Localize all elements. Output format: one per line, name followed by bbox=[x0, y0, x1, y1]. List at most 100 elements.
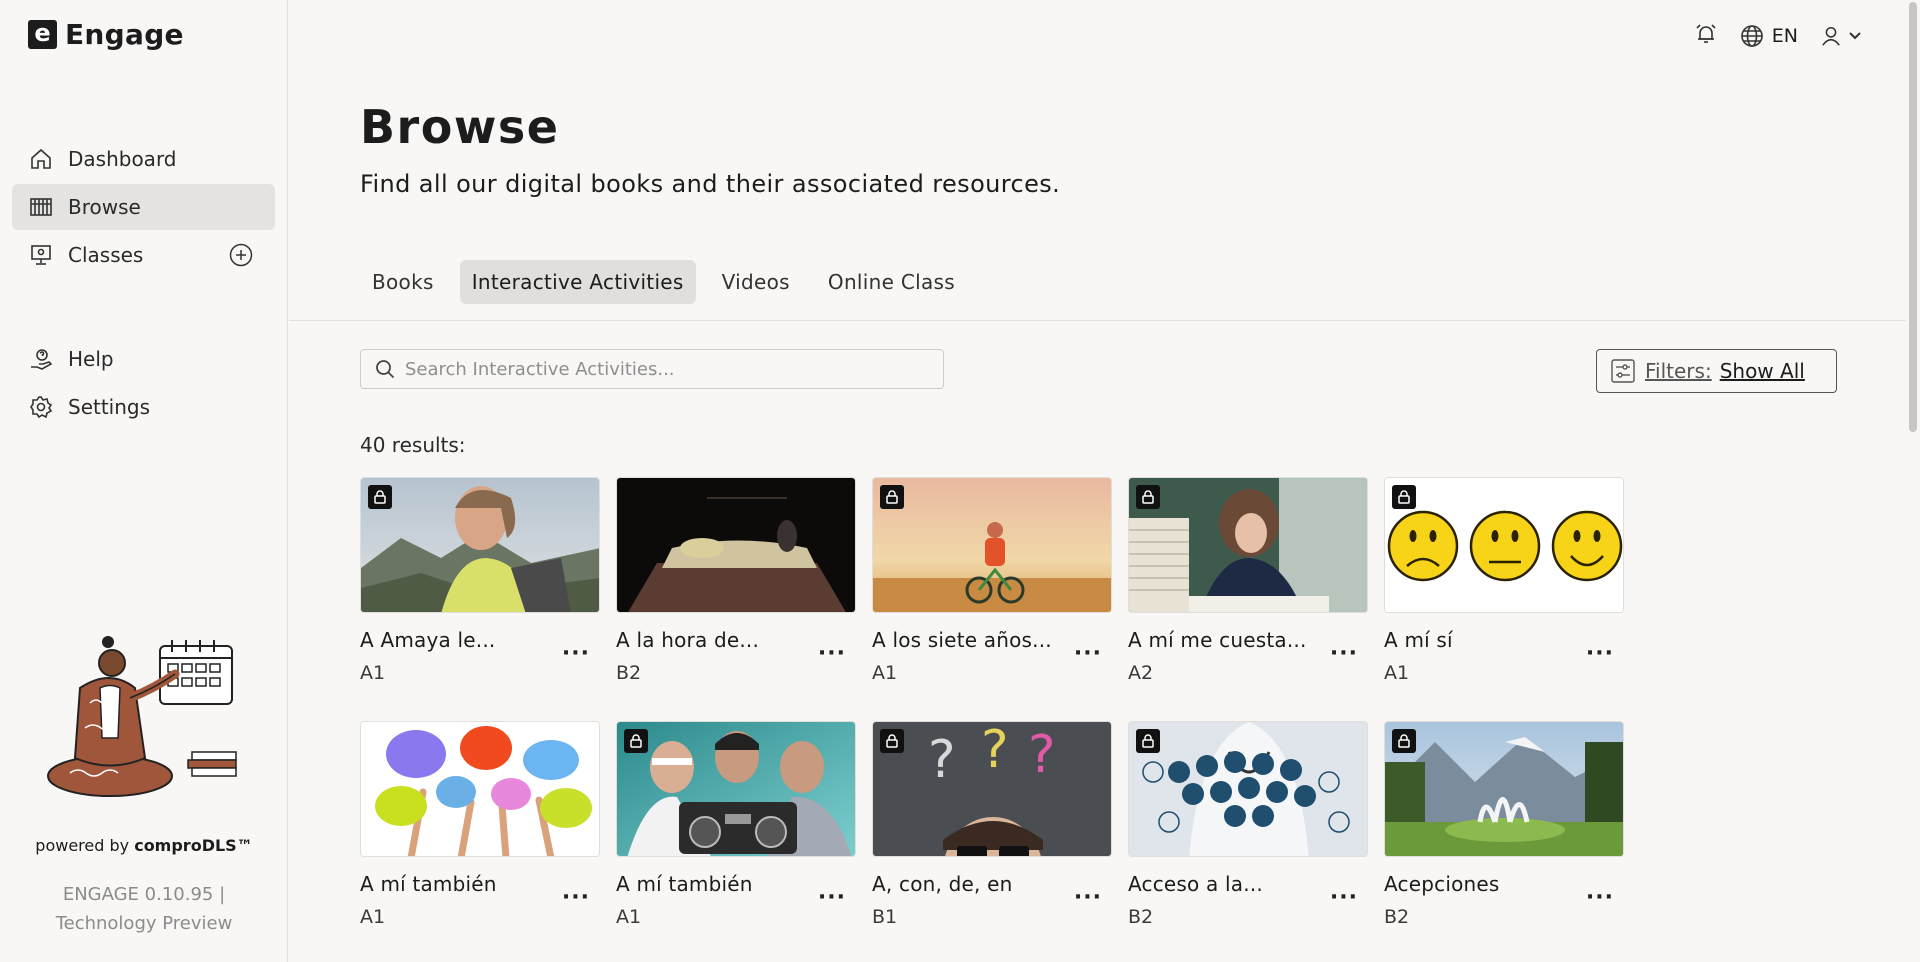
scrollbar[interactable] bbox=[1906, 0, 1920, 962]
logo-mark: e bbox=[28, 20, 57, 49]
sidebar-item-help[interactable]: Help bbox=[12, 336, 275, 382]
results-grid: A Amaya le... A1 ··· A la hora de... B2 … bbox=[360, 477, 1624, 939]
results-count: 40 results: bbox=[360, 433, 466, 457]
sidebar: e Engage Dashboard Browse Classes Help S… bbox=[0, 0, 288, 962]
activity-title[interactable]: A mí también bbox=[360, 872, 497, 896]
activity-level: B2 bbox=[1384, 906, 1410, 928]
tab-videos[interactable]: Videos bbox=[710, 260, 802, 304]
sidebar-item-label: Settings bbox=[68, 395, 151, 419]
activity-title[interactable]: A mí también bbox=[616, 872, 753, 896]
svg-text:?: ? bbox=[1028, 725, 1056, 785]
lock-icon bbox=[880, 729, 904, 753]
tab-online-class[interactable]: Online Class bbox=[816, 260, 967, 304]
more-options-icon[interactable]: ··· bbox=[562, 643, 590, 665]
activity-title[interactable]: Acceso a la... bbox=[1128, 872, 1263, 896]
activity-title[interactable]: A mí me cuesta... bbox=[1128, 628, 1307, 652]
user-icon bbox=[1822, 26, 1840, 46]
activity-thumbnail[interactable] bbox=[360, 721, 600, 857]
sidebar-item-label: Help bbox=[68, 347, 114, 371]
activity-level: A2 bbox=[1128, 662, 1154, 684]
scrollbar-thumb[interactable] bbox=[1909, 2, 1917, 432]
activity-thumbnail[interactable] bbox=[360, 477, 600, 613]
library-icon bbox=[28, 194, 54, 220]
activity-card[interactable]: A mí me cuesta... A2 ··· bbox=[1128, 477, 1368, 695]
activity-card[interactable]: A mí también A1 ··· bbox=[616, 721, 856, 939]
version-tag: Technology Preview bbox=[55, 913, 233, 934]
activity-title[interactable]: A los siete años... bbox=[872, 628, 1052, 652]
globe-icon bbox=[1740, 25, 1763, 47]
filters-value[interactable]: Show All bbox=[1720, 359, 1805, 383]
top-bar: EN bbox=[1694, 22, 1862, 50]
activity-card[interactable]: A la hora de... B2 ··· bbox=[616, 477, 856, 695]
sidebar-item-classes[interactable]: Classes bbox=[12, 232, 275, 278]
tab-books[interactable]: Books bbox=[360, 260, 446, 304]
alarm-icon[interactable] bbox=[1694, 22, 1718, 50]
sidebar-item-label: Classes bbox=[68, 243, 144, 267]
activity-thumbnail[interactable] bbox=[616, 477, 856, 613]
activity-thumbnail[interactable]: ? ? ? bbox=[872, 721, 1112, 857]
sidebar-item-browse[interactable]: Browse bbox=[12, 184, 275, 230]
user-menu[interactable] bbox=[1820, 25, 1862, 47]
activity-card[interactable]: Acceso a la... B2 ··· bbox=[1128, 721, 1368, 939]
activity-level: A1 bbox=[1384, 662, 1410, 684]
home-icon bbox=[28, 146, 54, 172]
activity-card[interactable]: ? ? ? A, con, de, en B1 ··· bbox=[872, 721, 1112, 939]
more-options-icon[interactable]: ··· bbox=[1330, 887, 1358, 909]
search-icon bbox=[376, 360, 395, 379]
lock-icon bbox=[1136, 729, 1160, 753]
lock-icon bbox=[880, 485, 904, 509]
filter-sliders-icon bbox=[1611, 359, 1635, 383]
search-box bbox=[360, 349, 944, 389]
activity-thumbnail[interactable] bbox=[1384, 721, 1624, 857]
sidebar-item-settings[interactable]: Settings bbox=[12, 384, 275, 430]
filters-button[interactable]: Filters: Show All bbox=[1596, 349, 1837, 393]
activity-title[interactable]: A, con, de, en bbox=[872, 872, 1013, 896]
tab-interactive-activities[interactable]: Interactive Activities bbox=[459, 260, 696, 304]
more-options-icon[interactable]: ··· bbox=[818, 887, 846, 909]
main-nav: Dashboard Browse Classes bbox=[12, 136, 275, 280]
activity-level: A1 bbox=[360, 662, 386, 684]
activity-thumbnail[interactable] bbox=[1128, 721, 1368, 857]
add-class-icon[interactable] bbox=[229, 243, 253, 267]
activity-level: B1 bbox=[872, 906, 898, 928]
svg-text:?: ? bbox=[981, 722, 1009, 780]
activity-title[interactable]: A la hora de... bbox=[616, 628, 759, 652]
activity-thumbnail[interactable] bbox=[1128, 477, 1368, 613]
more-options-icon[interactable]: ··· bbox=[1330, 643, 1358, 665]
browse-tabs: Books Interactive Activities Videos Onli… bbox=[360, 260, 967, 304]
activity-card[interactable]: A mí también A1 ··· bbox=[360, 721, 600, 939]
activity-level: A1 bbox=[616, 906, 642, 928]
more-options-icon[interactable]: ··· bbox=[818, 643, 846, 665]
language-selector[interactable]: EN bbox=[1740, 24, 1798, 48]
powered-by-brand: comproDLS™ bbox=[134, 836, 253, 855]
activity-thumbnail[interactable] bbox=[616, 721, 856, 857]
activity-title[interactable]: A mí sí bbox=[1384, 628, 1453, 652]
activity-card[interactable]: Acepciones B2 ··· bbox=[1384, 721, 1624, 939]
activity-title[interactable]: Acepciones bbox=[1384, 872, 1500, 896]
more-options-icon[interactable]: ··· bbox=[1586, 643, 1614, 665]
svg-text:?: ? bbox=[928, 730, 956, 790]
lock-icon bbox=[1392, 485, 1416, 509]
activity-thumbnail[interactable] bbox=[1384, 477, 1624, 613]
more-options-icon[interactable]: ··· bbox=[562, 887, 590, 909]
activity-thumbnail[interactable] bbox=[872, 477, 1112, 613]
sidebar-illustration bbox=[40, 628, 250, 808]
lock-icon bbox=[368, 485, 392, 509]
more-options-icon[interactable]: ··· bbox=[1586, 887, 1614, 909]
gear-icon bbox=[28, 394, 54, 420]
more-options-icon[interactable]: ··· bbox=[1074, 643, 1102, 665]
sidebar-item-dashboard[interactable]: Dashboard bbox=[12, 136, 275, 182]
activity-card[interactable]: A Amaya le... A1 ··· bbox=[360, 477, 600, 695]
lock-icon bbox=[1136, 485, 1160, 509]
more-options-icon[interactable]: ··· bbox=[1074, 887, 1102, 909]
powered-by-label: powered by bbox=[35, 836, 130, 855]
activity-card[interactable]: A mí sí A1 ··· bbox=[1384, 477, 1624, 695]
activity-card[interactable]: A los siete años... A1 ··· bbox=[872, 477, 1112, 695]
sidebar-item-label: Browse bbox=[68, 195, 141, 219]
language-label: EN bbox=[1771, 25, 1798, 47]
app-logo[interactable]: e Engage bbox=[28, 18, 184, 51]
search-input[interactable] bbox=[405, 358, 925, 380]
powered-by: powered by comproDLS™ bbox=[0, 836, 288, 855]
activity-title[interactable]: A Amaya le... bbox=[360, 628, 495, 652]
activity-level: B2 bbox=[616, 662, 642, 684]
